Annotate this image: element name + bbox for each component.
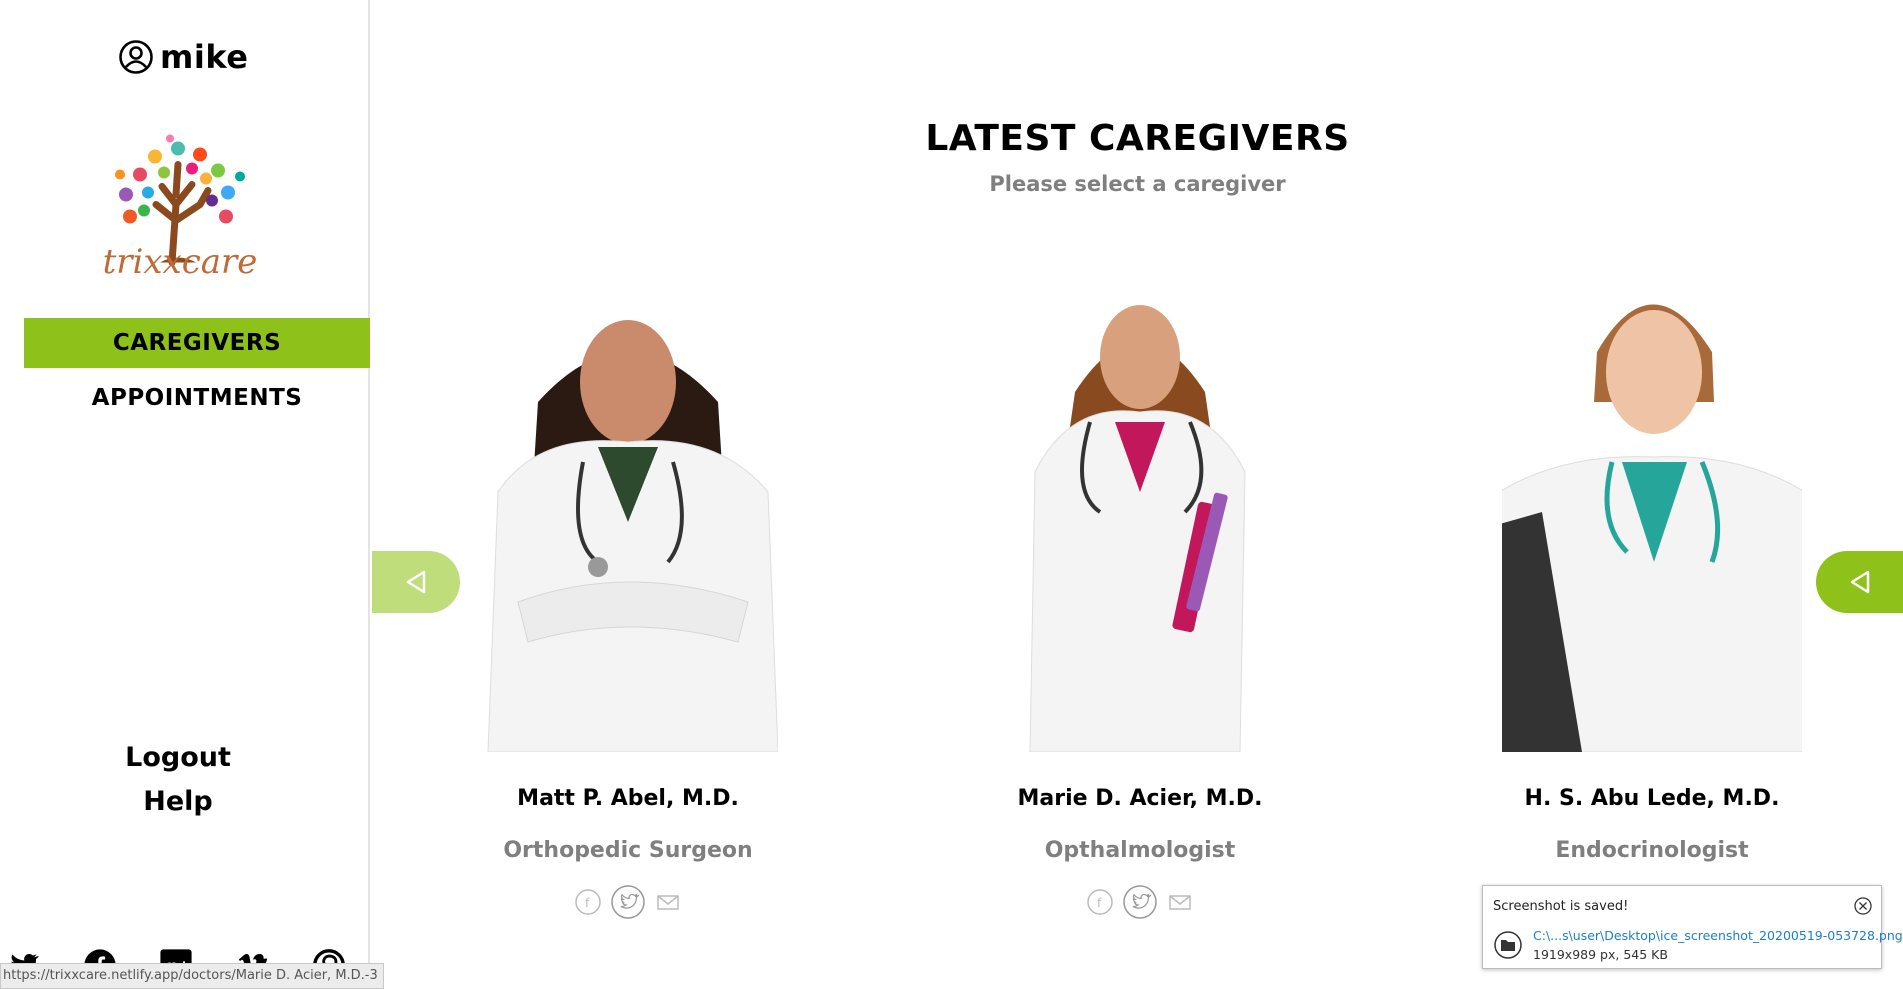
caregiver-photo	[1502, 304, 1802, 752]
email-icon[interactable]	[1166, 888, 1194, 916]
user-profile[interactable]: mike	[118, 38, 248, 76]
user-circle-icon	[119, 40, 153, 74]
caregiver-photo	[487, 320, 778, 752]
svg-text:f: f	[585, 896, 590, 910]
screenshot-file-info: 1919x989 px, 545 KB	[1533, 947, 1668, 962]
caregiver-name: H. S. Abu Lede, M.D.	[1524, 786, 1780, 811]
folder-icon[interactable]	[1493, 930, 1523, 960]
page-title: LATEST CAREGIVERS	[925, 118, 1350, 159]
caregiver-card[interactable]: H. S. Abu Lede, M.D. Endocrinologist f	[1422, 262, 1882, 922]
caregiver-contact-icons: f	[398, 884, 858, 920]
username: mike	[160, 38, 249, 76]
screenshot-file-link[interactable]: C:\...s\user\Desktop\ice_screenshot_2020…	[1533, 928, 1903, 943]
email-icon[interactable]	[654, 888, 682, 916]
help-link[interactable]: Help	[0, 786, 356, 817]
notification-title: Screenshot is saved!	[1493, 899, 1629, 914]
caregiver-photo	[1029, 305, 1246, 752]
caregiver-specialty: Opthalmologist	[1044, 838, 1236, 863]
svg-text:f: f	[1097, 896, 1102, 910]
caregiver-name: Marie D. Acier, M.D.	[1017, 786, 1263, 811]
caregiver-contact-icons: f	[910, 884, 1370, 920]
logo-text: trixxcare	[102, 242, 258, 282]
nav-item-caregivers[interactable]: CAREGIVERS	[24, 318, 370, 368]
sidebar: mike trixxcare CAREGIVERS APPOINTMENTS L…	[0, 0, 370, 989]
screenshot-saved-notification: Screenshot is saved! C:\...s\user\Deskto…	[1482, 885, 1903, 969]
facebook-icon[interactable]: f	[1086, 888, 1114, 916]
caregiver-card[interactable]: Matt P. Abel, M.D. Orthopedic Surgeon f	[398, 262, 858, 922]
nav-item-appointments[interactable]: APPOINTMENTS	[24, 373, 370, 423]
logout-link[interactable]: Logout	[0, 742, 356, 773]
close-icon[interactable]	[1853, 896, 1873, 916]
facebook-icon[interactable]: f	[574, 888, 602, 916]
caregiver-name: Matt P. Abel, M.D.	[517, 786, 739, 811]
browser-status-url: https://trixxcare.netlify.app/doctors/Ma…	[0, 963, 384, 989]
main-content: LATEST CAREGIVERS Please select a caregi…	[372, 0, 1903, 989]
caregiver-card[interactable]: Marie D. Acier, M.D. Opthalmologist f	[910, 262, 1370, 922]
caregiver-specialty: Orthopedic Surgeon	[503, 838, 753, 863]
page-subtitle: Please select a caregiver	[989, 172, 1286, 196]
twitter-icon[interactable]	[610, 884, 646, 920]
caregiver-specialty: Endocrinologist	[1555, 838, 1749, 863]
twitter-icon[interactable]	[1122, 884, 1158, 920]
